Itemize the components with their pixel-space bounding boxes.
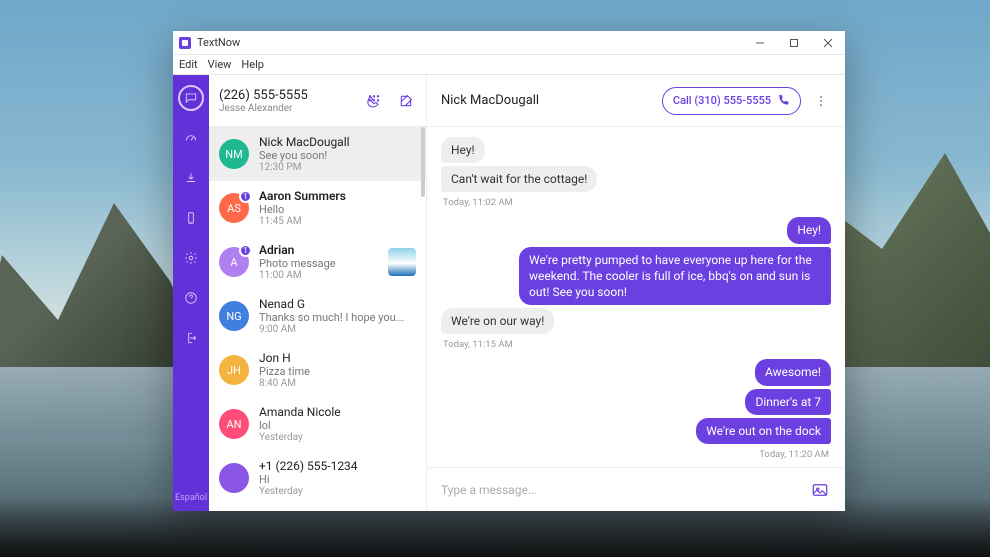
message-outgoing: We're pretty pumped to have everyone up … bbox=[519, 247, 831, 306]
avatar: NG bbox=[219, 301, 249, 331]
conversation-name: Nenad G bbox=[259, 297, 416, 311]
conversation-name: Nick MacDougall bbox=[259, 135, 416, 149]
menu-view[interactable]: View bbox=[208, 58, 232, 71]
conversation-name: Adrian bbox=[259, 243, 378, 257]
conversation-name: +1 (226) 555-1234 bbox=[259, 459, 416, 473]
menu-help[interactable]: Help bbox=[241, 58, 264, 71]
rail-settings-icon[interactable] bbox=[178, 245, 204, 271]
conversation-time: 8:40 AM bbox=[259, 378, 416, 389]
nav-rail: Español bbox=[173, 75, 209, 511]
chat-title: Nick MacDougall bbox=[441, 93, 539, 108]
more-icon[interactable] bbox=[811, 91, 831, 111]
compose-icon[interactable] bbox=[396, 91, 416, 111]
message-outgoing: Awesome! bbox=[755, 359, 831, 385]
app-icon bbox=[179, 37, 191, 49]
avatar: AS1 bbox=[219, 193, 249, 223]
message-incoming: Hey! bbox=[441, 137, 485, 163]
conversation-time: 9:00 AM bbox=[259, 324, 416, 335]
rail-help-icon[interactable] bbox=[178, 285, 204, 311]
conversation-name: Amanda Nicole bbox=[259, 405, 416, 419]
scrollbar[interactable] bbox=[421, 127, 425, 197]
message-input[interactable] bbox=[441, 483, 799, 497]
my-phone-number: (226) 555-5555 bbox=[219, 88, 308, 103]
titlebar: TextNow bbox=[173, 31, 845, 55]
message-timestamp: Today, 11:20 AM bbox=[759, 449, 829, 460]
conversation-time: Yesterday bbox=[259, 432, 416, 443]
conversation-item[interactable]: NG Nenad GThanks so much! I hope you...9:… bbox=[209, 289, 426, 343]
menu-edit[interactable]: Edit bbox=[179, 58, 198, 71]
window-minimize-button[interactable] bbox=[743, 31, 777, 55]
message-list[interactable]: Hey! Can't wait for the cottage! Today, 11… bbox=[427, 127, 845, 467]
conversation-item[interactable]: AN Amanda NicolelolYesterday bbox=[209, 397, 426, 451]
my-name: Jesse Alexander bbox=[219, 103, 308, 114]
app-title: TextNow bbox=[197, 36, 240, 49]
message-timestamp: Today, 11:15 AM bbox=[443, 339, 829, 350]
window-maximize-button[interactable] bbox=[777, 31, 811, 55]
unread-badge: 1 bbox=[239, 190, 252, 203]
avatar bbox=[219, 463, 249, 493]
conversation-item[interactable]: JH Jon HPizza time8:40 AM bbox=[209, 343, 426, 397]
message-outgoing: Hey! bbox=[787, 217, 831, 243]
dialpad-icon[interactable] bbox=[364, 91, 384, 111]
chat-pane: Nick MacDougall Call (310) 555-5555 Hey!… bbox=[427, 75, 845, 511]
avatar: NM bbox=[219, 139, 249, 169]
avatar: AN bbox=[219, 409, 249, 439]
unread-badge: 1 bbox=[239, 244, 252, 257]
photo-thumbnail bbox=[388, 248, 416, 276]
conversation-item[interactable]: AS1 Aaron SummersHello11:45 AM bbox=[209, 181, 426, 235]
conversation-preview: Thanks so much! I hope you... bbox=[259, 311, 416, 324]
rail-messages-icon[interactable] bbox=[178, 85, 204, 111]
message-incoming: We're on our way! bbox=[441, 308, 554, 334]
conversation-preview: Hello bbox=[259, 203, 416, 216]
app-window: TextNow Edit View Help Español (226) bbox=[173, 31, 845, 511]
conversation-item[interactable]: A1 AdrianPhoto message11:00 AM bbox=[209, 235, 426, 289]
conversation-preview: Hi bbox=[259, 473, 416, 486]
rail-phone-icon[interactable] bbox=[178, 205, 204, 231]
conversation-preview: Pizza time bbox=[259, 365, 416, 378]
conversation-time: 12:30 PM bbox=[259, 162, 416, 173]
chat-header: Nick MacDougall Call (310) 555-5555 bbox=[427, 75, 845, 127]
conversation-time: 11:00 AM bbox=[259, 270, 378, 281]
conversation-column: (226) 555-5555 Jesse Alexander NM Nick Ma… bbox=[209, 75, 427, 511]
conversation-item[interactable]: NM Nick MacDougallSee you soon!12:30 PM bbox=[209, 127, 426, 181]
conversation-name: Aaron Summers bbox=[259, 189, 416, 203]
call-button-label: Call (310) 555-5555 bbox=[673, 94, 771, 107]
conversation-time: Yesterday bbox=[259, 486, 416, 497]
message-incoming: Can't wait for the cottage! bbox=[441, 166, 597, 192]
message-timestamp: Today, 11:02 AM bbox=[443, 197, 829, 208]
conversation-item[interactable]: +1 (226) 555-1234HiYesterday bbox=[209, 451, 426, 505]
conversation-preview: Photo message bbox=[259, 257, 378, 270]
rail-logout-icon[interactable] bbox=[178, 325, 204, 351]
conversation-time: 11:45 AM bbox=[259, 216, 416, 227]
avatar: A1 bbox=[219, 247, 249, 277]
rail-download-icon[interactable] bbox=[178, 165, 204, 191]
conversation-preview: See you soon! bbox=[259, 149, 416, 162]
message-outgoing: Dinner's at 7 bbox=[745, 389, 831, 415]
composer bbox=[427, 467, 845, 511]
conversation-header: (226) 555-5555 Jesse Alexander bbox=[209, 75, 426, 127]
call-button[interactable]: Call (310) 555-5555 bbox=[662, 87, 801, 115]
window-close-button[interactable] bbox=[811, 31, 845, 55]
rail-speed-icon[interactable] bbox=[178, 125, 204, 151]
conversation-list[interactable]: NM Nick MacDougallSee you soon!12:30 PM AS… bbox=[209, 127, 426, 511]
conversation-preview: lol bbox=[259, 419, 416, 432]
attach-image-icon[interactable] bbox=[809, 479, 831, 501]
menubar: Edit View Help bbox=[173, 55, 845, 75]
conversation-name: Jon H bbox=[259, 351, 416, 365]
avatar: JH bbox=[219, 355, 249, 385]
language-toggle[interactable]: Español bbox=[175, 493, 207, 503]
message-outgoing: We're out on the dock bbox=[696, 418, 831, 444]
